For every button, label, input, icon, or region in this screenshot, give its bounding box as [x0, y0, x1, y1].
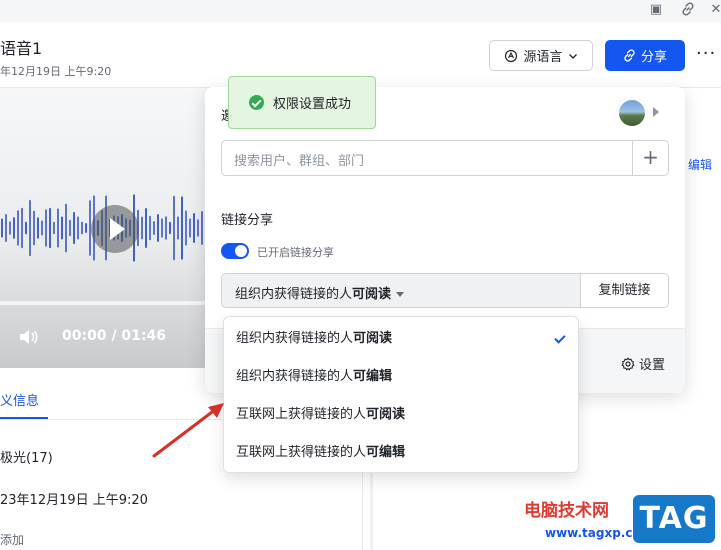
search-input[interactable]: 搜索用户、群组、部门 [234, 150, 364, 169]
participants-info: 极光(17) [0, 451, 53, 466]
document-timestamp: 年12月19日 上午9:20 [0, 65, 112, 78]
option-level: 可阅读 [366, 407, 406, 422]
permission-option[interactable]: 组织内获得链接的人可阅读 [236, 327, 392, 346]
transcript-language-icon [505, 49, 518, 62]
copy-link-button[interactable]: 复制链接 [580, 273, 669, 308]
gear-icon [621, 356, 635, 371]
option-prefix: 互联网上获得链接的人 [236, 445, 367, 460]
link-permission-value: 组织内获得链接的人可阅读 [235, 283, 405, 302]
source-language-button[interactable]: 源语言 [489, 40, 593, 71]
more-options-icon[interactable]: ··· [696, 45, 720, 66]
permission-option[interactable]: 互联网上获得链接的人可阅读 [236, 403, 405, 422]
link-permission-select[interactable]: 组织内获得链接的人可阅读 [221, 273, 580, 308]
option-prefix: 互联网上获得链接的人 [236, 407, 367, 422]
annotation-arrow-icon [152, 403, 224, 458]
play-icon[interactable] [91, 205, 139, 253]
settings-label: 设置 [639, 358, 666, 373]
chevron-down-icon [568, 53, 577, 59]
volume-icon[interactable] [18, 328, 40, 346]
option-prefix: 组织内获得链接的人 [236, 369, 354, 384]
success-toast: 权限设置成功 [228, 76, 376, 129]
link-icon [624, 49, 635, 62]
watermark-site-name: 电脑技术网 [524, 501, 609, 521]
collaborator-search: 搜索用户、群组、部门 + [221, 140, 669, 176]
edit-link[interactable]: 编辑 [688, 156, 712, 173]
permission-dropdown: 组织内获得链接的人可阅读 组织内获得链接的人可编辑 互联网上获得链接的人可阅读 … [223, 316, 579, 473]
window-icon[interactable]: ▣ [648, 2, 664, 18]
divider [370, 470, 373, 550]
link-share-title: 链接分享 [221, 213, 274, 228]
option-level: 可阅读 [353, 331, 393, 346]
window-top-strip: ▣ ✕ [0, 0, 721, 22]
permission-level: 可阅读 [352, 287, 392, 302]
option-level: 可编辑 [353, 369, 393, 384]
caret-down-icon [396, 292, 405, 297]
settings-button[interactable]: 设置 [621, 354, 665, 373]
avatar[interactable] [619, 100, 645, 126]
playback-time: 00:00 / 01:46 [62, 328, 166, 344]
permission-prefix: 组织内获得链接的人 [235, 287, 353, 302]
page-title: 语音1 [0, 39, 43, 58]
check-circle-icon [249, 95, 264, 110]
add-icon[interactable]: + [632, 141, 668, 175]
tab-meeting-info[interactable]: 义信息 [0, 390, 39, 409]
share-button-label: 分享 [640, 50, 667, 65]
meeting-date: 23年12月19日 上午9:20 [0, 493, 148, 508]
toast-message: 权限设置成功 [273, 97, 352, 112]
option-prefix: 组织内获得链接的人 [236, 331, 354, 346]
chevron-right-icon[interactable] [653, 107, 659, 117]
option-level: 可编辑 [366, 445, 406, 460]
permission-option[interactable]: 组织内获得链接的人可编辑 [236, 365, 392, 384]
close-icon[interactable]: ✕ [708, 2, 721, 18]
source-language-label: 源语言 [523, 50, 563, 65]
add-button[interactable]: 添加 [0, 531, 24, 548]
link-share-toggle-label: 已开启链接分享 [257, 246, 334, 259]
permission-option[interactable]: 互联网上获得链接的人可编辑 [236, 441, 405, 460]
watermark-logo: TAG [633, 495, 715, 543]
share-button[interactable]: 分享 [605, 40, 685, 71]
link-icon[interactable] [680, 2, 696, 18]
link-share-toggle[interactable] [221, 243, 249, 259]
check-icon [554, 332, 566, 344]
